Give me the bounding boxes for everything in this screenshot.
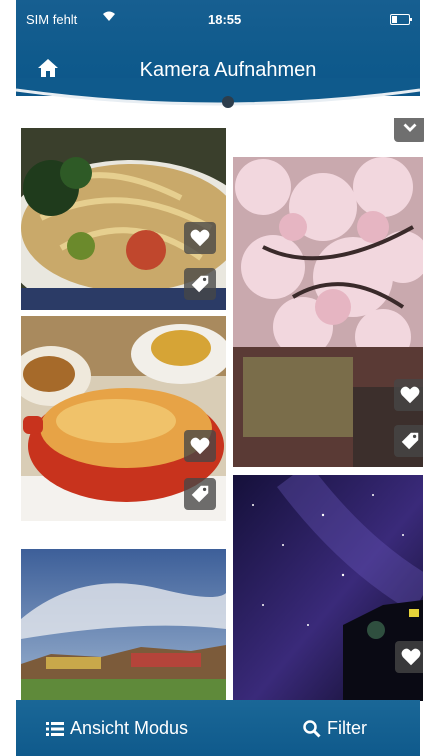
header-curve (16, 78, 420, 108)
view-mode-button[interactable]: Ansicht Modus (46, 718, 188, 739)
clock-text: 18:55 (208, 12, 242, 27)
filter-button[interactable]: Filter (303, 718, 367, 739)
heart-icon (400, 386, 420, 404)
heart-icon (190, 437, 210, 455)
heart-icon (190, 229, 210, 247)
carrier-text: SIM fehlt (26, 12, 78, 27)
heart-icon (401, 648, 421, 666)
filter-label: Filter (327, 718, 367, 738)
tag-icon (191, 485, 209, 503)
photo-card[interactable] (21, 549, 226, 701)
battery-icon (390, 14, 412, 25)
photo-card[interactable] (21, 316, 226, 521)
tag-button[interactable] (394, 425, 423, 457)
favorite-button[interactable] (395, 641, 423, 673)
list-icon (46, 721, 64, 736)
bottom-toolbar: Ansicht Modus Filter (16, 700, 420, 756)
chevron-down-icon (403, 123, 417, 132)
favorite-button[interactable] (394, 379, 423, 411)
photo-card[interactable] (233, 157, 423, 467)
tag-button[interactable] (184, 478, 216, 510)
tag-icon (401, 432, 419, 450)
view-mode-label: Ansicht Modus (70, 718, 189, 738)
photo-card[interactable] (21, 128, 226, 310)
favorite-button[interactable] (184, 222, 216, 254)
tag-icon (191, 275, 209, 293)
photo-landscape (21, 549, 226, 701)
wifi-icon (102, 10, 116, 25)
favorite-button[interactable] (184, 430, 216, 462)
photo-card[interactable] (233, 475, 423, 701)
status-bar: SIM fehlt 18:55 (16, 0, 420, 32)
search-icon (303, 719, 321, 738)
photo-cherry-blossoms (233, 157, 423, 467)
tag-button[interactable] (184, 268, 216, 300)
tag-button[interactable] (394, 118, 424, 142)
